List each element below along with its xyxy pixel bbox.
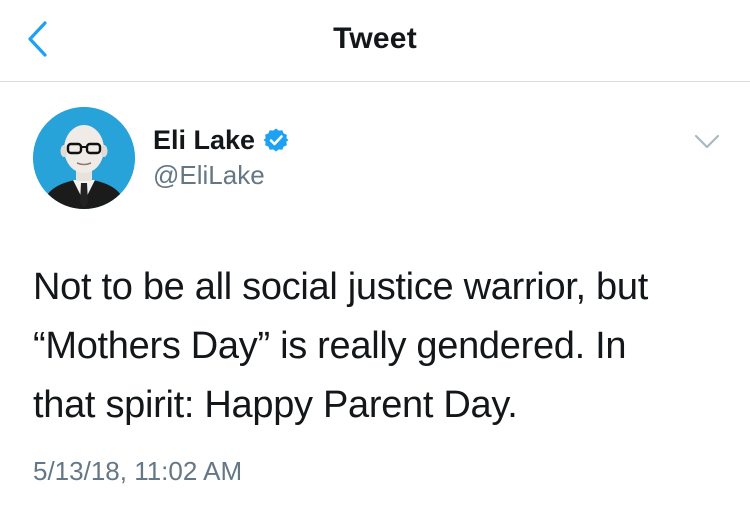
tweet-menu-button[interactable] [691, 129, 723, 155]
author-handle[interactable]: @EliLake [153, 160, 265, 191]
avatar[interactable] [33, 107, 135, 209]
page-title: Tweet [333, 22, 417, 55]
tweet-timestamp: 5/13/18, 11:02 AM [33, 456, 243, 486]
author-name-row[interactable]: Eli Lake [153, 123, 289, 157]
tweet-text: Not to be all social justice warrior, bu… [33, 266, 648, 426]
chevron-down-icon [694, 134, 720, 149]
verified-badge-icon [263, 128, 289, 152]
avatar-image [33, 107, 135, 209]
top-nav-bar: Tweet [0, 0, 750, 82]
author-name[interactable]: Eli Lake [153, 125, 255, 156]
